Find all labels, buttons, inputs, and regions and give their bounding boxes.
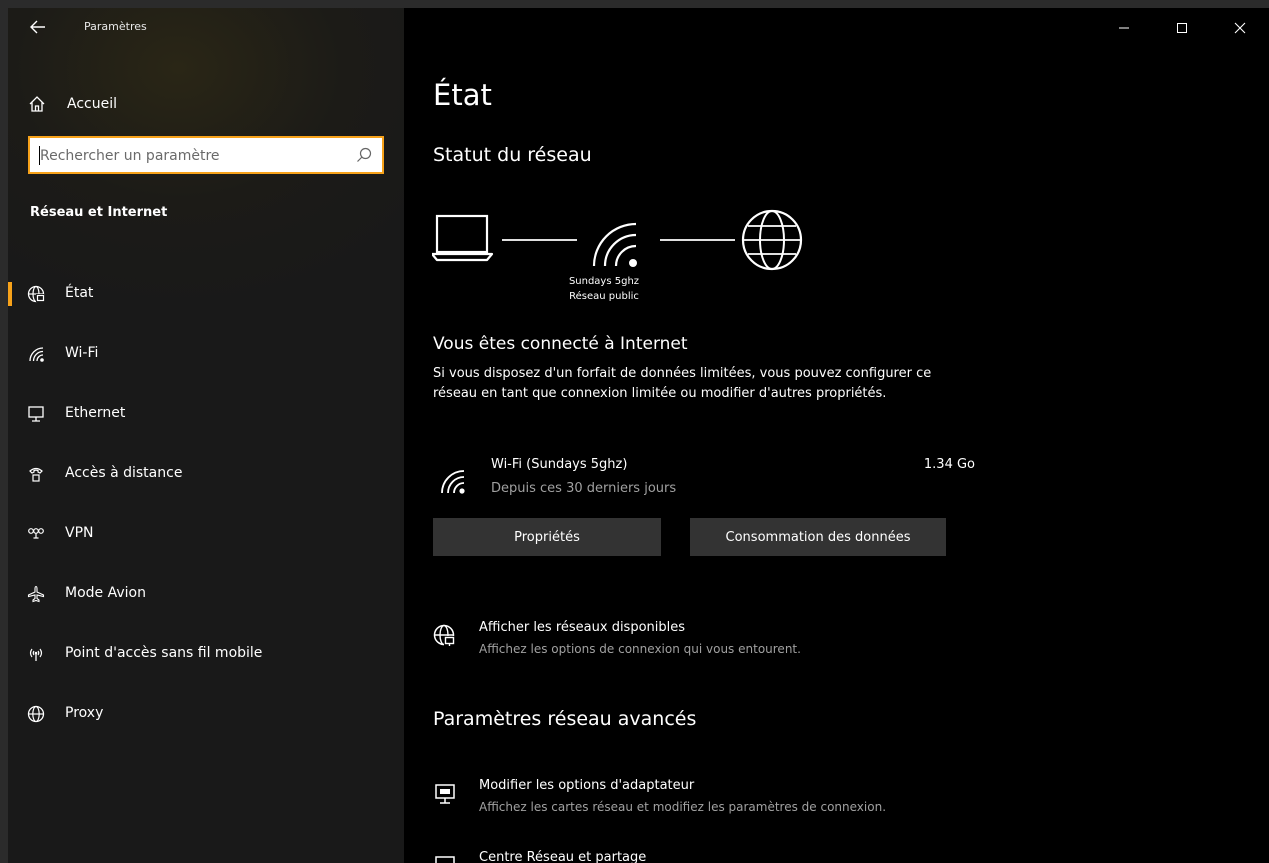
- page-title: État: [433, 78, 492, 112]
- ethernet-icon: [28, 406, 44, 422]
- airplane-icon: [27, 585, 45, 603]
- sidebar-item-airplane[interactable]: Mode Avion: [8, 571, 404, 617]
- sidebar-item-label: Wi-Fi: [65, 345, 99, 361]
- network-status-heading: Statut du réseau: [433, 144, 592, 166]
- sidebar-item-label: Mode Avion: [65, 585, 146, 601]
- main-content: État Statut du réseau Sundays 5ghz Résea…: [404, 8, 1269, 863]
- hotspot-icon: [29, 648, 43, 661]
- sidebar-item-label: Ethernet: [65, 405, 126, 421]
- network-label: Sundays 5ghz Réseau public: [544, 274, 664, 304]
- sidebar-item-label: Point d'accès sans fil mobile: [65, 645, 263, 661]
- section-title: Réseau et Internet: [30, 205, 168, 220]
- sidebar-item-label: VPN: [65, 525, 94, 541]
- data-usage-button[interactable]: Consommation des données: [690, 518, 946, 556]
- dialup-icon: [29, 467, 43, 482]
- search-icon[interactable]: [356, 147, 372, 163]
- wifi-network-name: Wi-Fi (Sundays 5ghz): [491, 457, 628, 472]
- data-usage-value: 1.34 Go: [923, 457, 975, 472]
- sidebar-item-proxy[interactable]: Proxy: [8, 691, 404, 737]
- network-globe-icon: [433, 624, 456, 648]
- back-arrow-icon: [30, 20, 45, 34]
- link-description: Affichez les cartes réseau et modifiez l…: [479, 800, 887, 814]
- sidebar-item-label: État: [65, 285, 94, 301]
- minimize-icon: [1119, 27, 1129, 29]
- status-globe-icon: [27, 285, 45, 303]
- network-sharing-center-link[interactable]: Centre Réseau et partage: [433, 848, 1033, 863]
- change-adapter-options-link[interactable]: Modifier les options d'adaptateur Affich…: [433, 776, 1033, 824]
- sidebar-item-hotspot[interactable]: Point d'accès sans fil mobile: [8, 631, 404, 677]
- link-title: Afficher les réseaux disponibles: [479, 620, 686, 635]
- active-indicator: [8, 282, 12, 306]
- settings-window: Paramètres Accueil Réseau et Internet: [8, 8, 1269, 863]
- home-icon: [29, 96, 45, 112]
- network-ssid: Sundays 5ghz: [568, 276, 640, 287]
- connection-status-title: Vous êtes connecté à Internet: [433, 334, 688, 354]
- minimize-button[interactable]: [1095, 8, 1153, 48]
- wifi-icon: [29, 347, 44, 362]
- sidebar-item-vpn[interactable]: VPN: [8, 511, 404, 557]
- show-available-networks-link[interactable]: Afficher les réseaux disponibles Affiche…: [433, 618, 1033, 666]
- globe-icon: [27, 705, 45, 723]
- sidebar-item-home[interactable]: Accueil: [8, 83, 404, 125]
- back-button[interactable]: [25, 14, 51, 40]
- close-button[interactable]: [1211, 8, 1269, 48]
- maximize-button[interactable]: [1153, 8, 1211, 48]
- link-title: Centre Réseau et partage: [479, 850, 647, 863]
- window-controls: [1095, 8, 1269, 48]
- properties-button[interactable]: Propriétés: [433, 518, 661, 556]
- connection-status-description: Si vous disposez d'un forfait de données…: [433, 366, 932, 401]
- wifi-router-icon: [592, 222, 637, 267]
- wifi-icon: [441, 470, 465, 494]
- network-adapter-icon: [435, 784, 455, 804]
- link-description: Affichez les options de connexion qui vo…: [479, 642, 801, 656]
- sidebar-item-ethernet[interactable]: Ethernet: [8, 391, 404, 437]
- sidebar-item-dialup[interactable]: Accès à distance: [8, 451, 404, 497]
- sidebar-item-label: Accès à distance: [65, 465, 183, 481]
- network-diagram: [432, 209, 803, 271]
- sidebar-item-status[interactable]: État: [8, 271, 404, 317]
- network-center-icon: [435, 856, 455, 863]
- network-type: Réseau public: [569, 291, 639, 302]
- vpn-icon: [28, 528, 44, 539]
- search-box[interactable]: [28, 136, 384, 174]
- link-title: Modifier les options d'adaptateur: [479, 778, 695, 793]
- close-icon: [1234, 22, 1246, 34]
- laptop-icon: [432, 214, 494, 262]
- internet-globe-icon: [741, 209, 803, 271]
- sidebar: Paramètres Accueil Réseau et Internet: [8, 8, 404, 863]
- sidebar-item-label: Accueil: [67, 96, 117, 112]
- titlebar-left: Paramètres: [8, 8, 404, 48]
- advanced-settings-heading: Paramètres réseau avancés: [433, 708, 697, 730]
- maximize-icon: [1177, 23, 1187, 33]
- sidebar-item-label: Proxy: [65, 705, 104, 721]
- wifi-usage-row: Wi-Fi (Sundays 5ghz) Depuis ces 30 derni…: [433, 454, 975, 502]
- app-title: Paramètres: [84, 20, 147, 33]
- search-input[interactable]: [38, 138, 342, 174]
- usage-period: Depuis ces 30 derniers jours: [491, 481, 677, 496]
- sidebar-item-wifi[interactable]: Wi-Fi: [8, 331, 404, 377]
